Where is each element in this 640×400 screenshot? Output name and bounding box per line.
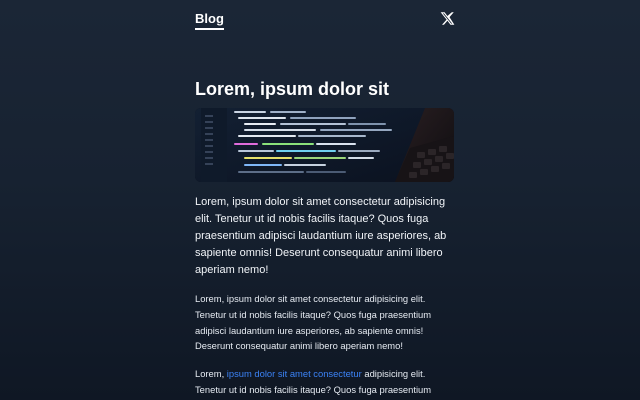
article-title: Lorem, ipsum dolor sit [195, 79, 390, 99]
inline-link[interactable]: ipsum dolor sit amet consectetur [227, 368, 362, 379]
top-nav: Blog [195, 0, 455, 40]
article-paragraph-with-link: Lorem, ipsum dolor sit amet consectetur … [195, 366, 455, 400]
x-logo-icon[interactable] [440, 11, 455, 26]
x-logo-svg [440, 12, 455, 25]
article-paragraph: Lorem, ipsum dolor sit amet consectetur … [195, 293, 432, 352]
article-lead: Lorem, ipsum dolor sit amet consectetur … [195, 196, 447, 276]
nav-blog-link[interactable]: Blog [195, 11, 224, 30]
blog-page: Blog Lorem, ipsum dolor sit Lorem, ipsum… [195, 0, 455, 400]
code-editor-photo [195, 108, 454, 182]
paragraph-text-before-link: Lorem, [195, 368, 227, 380]
hero-image [195, 108, 454, 182]
